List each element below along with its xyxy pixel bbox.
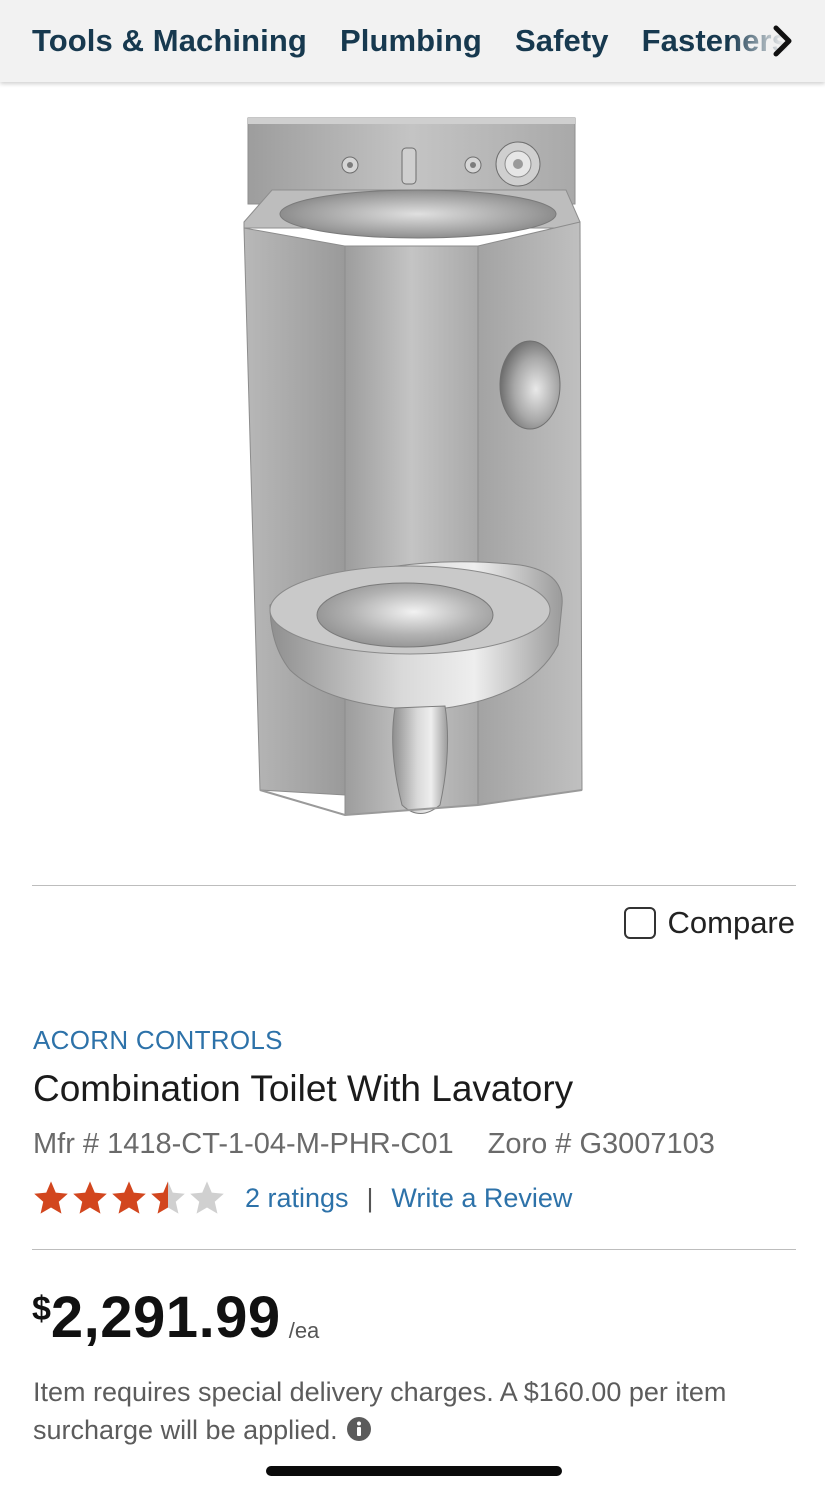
nav-item-tools-machining[interactable]: Tools & Machining: [32, 23, 307, 59]
price-amount: 2,291.99: [50, 1285, 281, 1350]
star-rating: [32, 1179, 227, 1217]
divider-price: [32, 1249, 796, 1250]
price: $ 2,291.99 /ea: [32, 1284, 319, 1351]
rating-row: 2 ratings | Write a Review: [32, 1178, 572, 1218]
price-unit: /ea: [288, 1318, 320, 1343]
delivery-note: Item requires special delivery charges. …: [33, 1373, 793, 1449]
ratings-count-link[interactable]: 2 ratings: [245, 1183, 349, 1214]
star-icon: [73, 1181, 107, 1214]
product-title: Combination Toilet With Lavatory: [33, 1068, 574, 1109]
nav-item-plumbing[interactable]: Plumbing: [340, 23, 482, 59]
nav-item-safety[interactable]: Safety: [515, 23, 609, 59]
compare-checkbox-box[interactable]: [623, 907, 656, 939]
compare-label: Compare: [667, 905, 796, 940]
star-icon: [151, 1181, 185, 1214]
brand-link[interactable]: ACORN CONTROLS: [33, 1025, 283, 1056]
delivery-note-text: Item requires special delivery charges. …: [33, 1377, 727, 1445]
price-currency: $: [32, 1290, 51, 1328]
mfr-number: Mfr # 1418-CT-1-04-M-PHR-C01: [33, 1128, 454, 1160]
category-nav: Tools & Machining Plumbing Safety Fasten…: [0, 0, 825, 82]
divider-top: [32, 885, 796, 886]
write-review-link[interactable]: Write a Review: [391, 1183, 572, 1214]
rating-separator: |: [366, 1182, 374, 1213]
product-image[interactable]: [230, 110, 600, 835]
star-icon: [112, 1181, 146, 1214]
home-indicator: [266, 1466, 562, 1476]
star-icon: [190, 1181, 224, 1214]
chevron-right-icon[interactable]: [771, 24, 795, 58]
category-nav-items: Tools & Machining Plumbing Safety Fasten…: [32, 0, 822, 82]
zoro-number: Zoro # G3007103: [487, 1128, 715, 1160]
star-icon: [34, 1181, 68, 1214]
compare-checkbox[interactable]: Compare: [623, 905, 796, 941]
info-icon[interactable]: [346, 1416, 372, 1442]
product-ids: Mfr # 1418-CT-1-04-M-PHR-C01 Zoro # G3007…: [33, 1128, 715, 1161]
